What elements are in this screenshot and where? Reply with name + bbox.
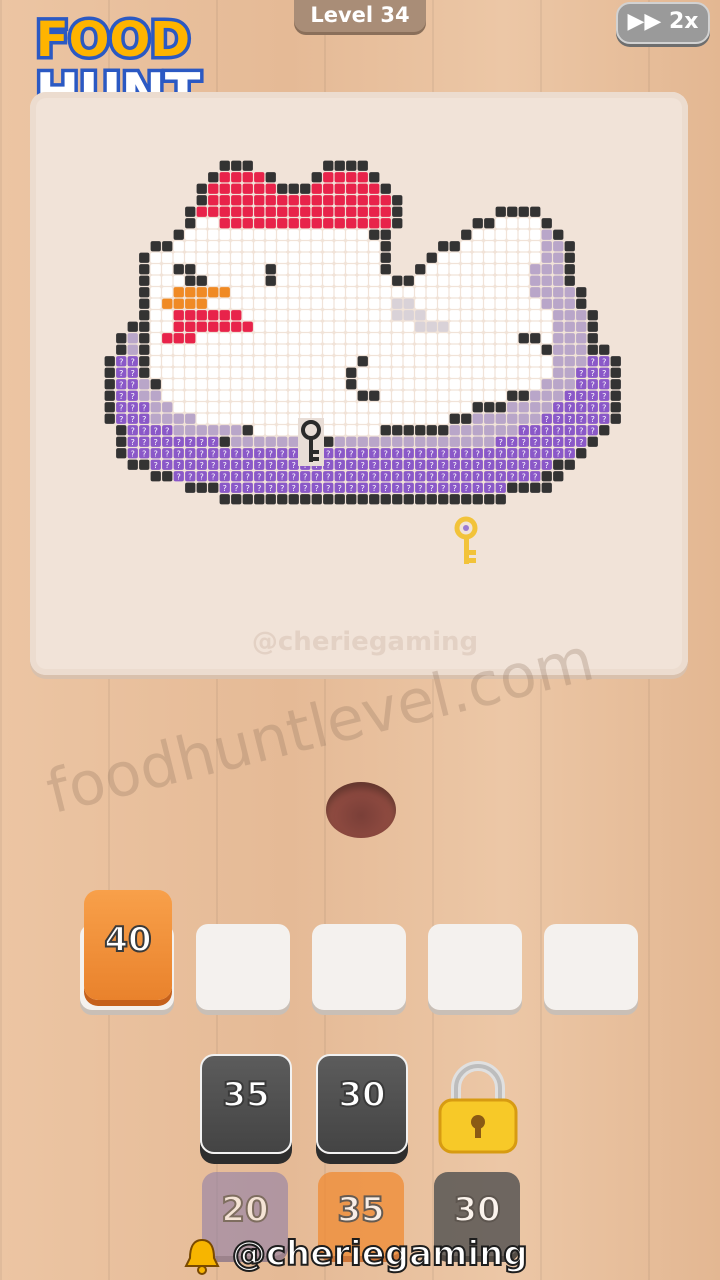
tray-slot-3[interactable] [312,924,406,1010]
fast-forward-icon: ▶▶ [627,9,662,34]
padlock-icon [438,1061,518,1154]
puzzle-board [30,92,688,675]
speed-label: 2x [669,9,699,34]
queue-tile-dark-2[interactable]: 30 [316,1054,408,1154]
bell-icon [184,1238,220,1275]
black-key-icon[interactable] [298,418,324,466]
footer-handle-text: @cheriegaming [231,1233,529,1275]
tray-tile-orange[interactable]: 40 [84,890,172,1000]
footer-handle: @cheriegaming [184,1232,544,1276]
logo-word-food: FOOD [36,12,190,68]
level-indicator: Level 34 [294,0,426,32]
drop-hole[interactable] [326,782,396,838]
queue-tile-dark-1[interactable]: 35 [200,1054,292,1154]
tray-slot-5[interactable] [544,924,638,1010]
tray-slot-2[interactable] [196,924,290,1010]
tray-slot-4[interactable] [428,924,522,1010]
speed-toggle-button[interactable]: ▶▶ 2x [616,2,710,44]
board-watermark: @cheriegaming [251,627,479,657]
